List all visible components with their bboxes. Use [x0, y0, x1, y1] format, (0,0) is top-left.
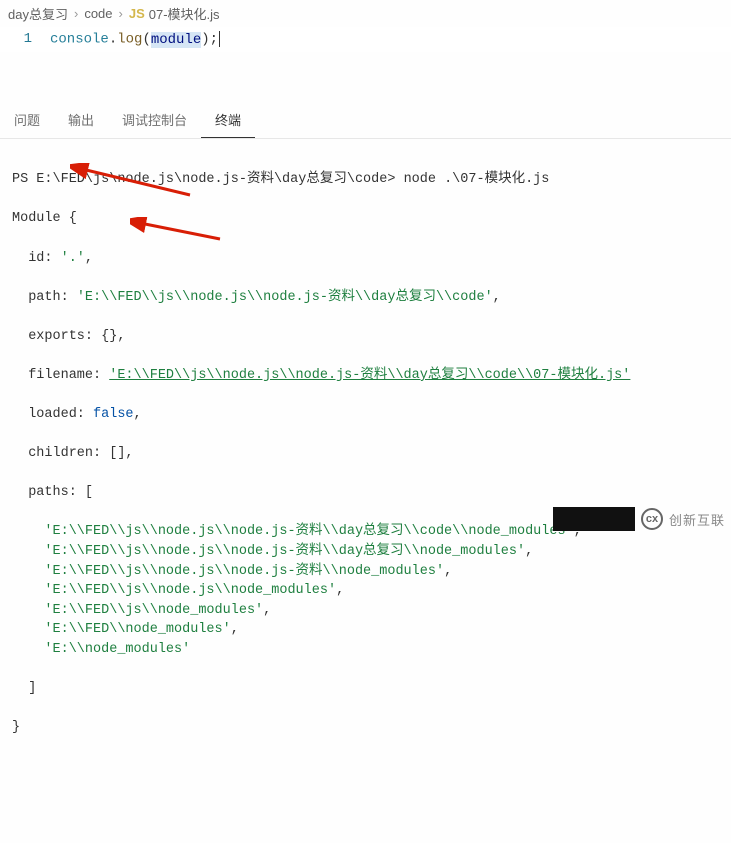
watermark-text: 创新互联: [669, 510, 725, 529]
terminal-line: id: '.',: [12, 249, 719, 269]
code-editor[interactable]: 1 console.log(module);: [0, 27, 731, 52]
editor-cursor: [219, 31, 220, 47]
terminal-prompt: PS E:\FED\js\node.js\node.js-资料\day总复习\c…: [12, 172, 395, 187]
terminal-line: 'E:\\FED\\js\\node_modules',: [12, 601, 719, 621]
token-method: log: [117, 32, 142, 48]
terminal-line: filename: 'E:\\FED\\js\\node.js\\node.js…: [12, 366, 719, 386]
terminal-line: 'E:\\FED\\node_modules',: [12, 620, 719, 640]
panel-tabs: 问题 输出 调试控制台 终端: [0, 102, 731, 139]
terminal-line: PS E:\FED\js\node.js\node.js-资料\day总复习\c…: [12, 170, 719, 190]
terminal-line: }: [12, 718, 719, 738]
token-semi: ;: [210, 32, 218, 48]
tab-terminal[interactable]: 终端: [201, 102, 255, 138]
token-dot: .: [109, 32, 117, 48]
breadcrumb-segment[interactable]: day总复习: [8, 4, 68, 23]
terminal-line: exports: {},: [12, 327, 719, 347]
terminal-panel[interactable]: PS E:\FED\js\node.js\node.js-资料\day总复习\c…: [0, 139, 731, 843]
token-paren: (: [142, 32, 150, 48]
js-file-icon: JS: [129, 6, 145, 21]
terminal-line: children: [],: [12, 444, 719, 464]
terminal-line: ]: [12, 679, 719, 699]
code-line[interactable]: console.log(module);: [50, 31, 731, 48]
breadcrumb-segment[interactable]: 07-模块化.js: [149, 4, 220, 23]
terminal-line: loaded: false,: [12, 405, 719, 425]
terminal-line: path: 'E:\\FED\\js\\node.js\\node.js-资料\…: [12, 288, 719, 308]
chevron-right-icon: ›: [119, 6, 123, 21]
watermark: cx 创新互联: [553, 507, 725, 531]
terminal-line: paths: [: [12, 483, 719, 503]
chevron-right-icon: ›: [74, 6, 78, 21]
tab-output[interactable]: 输出: [54, 102, 108, 138]
breadcrumb: day总复习 › code › JS 07-模块化.js: [0, 0, 731, 27]
watermark-logo-icon: cx: [641, 508, 663, 530]
terminal-line: 'E:\\FED\\js\\node.js\\node.js-资料\\node_…: [12, 562, 719, 582]
token-object: console: [50, 32, 109, 48]
tab-problems[interactable]: 问题: [0, 102, 54, 138]
terminal-command: node .\07-模块化.js: [404, 172, 550, 187]
token-paren: ): [201, 32, 209, 48]
token-variable-selected: module: [151, 32, 201, 48]
terminal-line: 'E:\\FED\\js\\node.js\\node_modules',: [12, 581, 719, 601]
tab-debug-console[interactable]: 调试控制台: [108, 102, 201, 138]
breadcrumb-segment[interactable]: code: [84, 6, 112, 21]
terminal-line: 'E:\\node_modules': [12, 640, 719, 660]
line-number: 1: [0, 31, 50, 48]
terminal-line: 'E:\\FED\\js\\node.js\\node.js-资料\\day总复…: [12, 542, 719, 562]
watermark-badge: [553, 507, 635, 531]
terminal-line: Module {: [12, 209, 719, 229]
